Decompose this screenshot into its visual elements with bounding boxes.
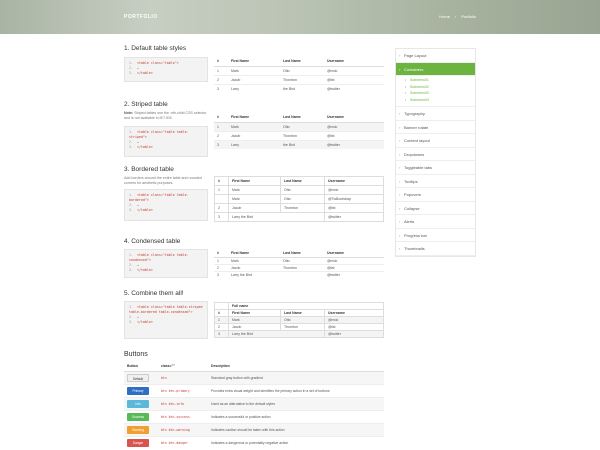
chevron-right-icon: › — [399, 178, 401, 184]
table-row: 1 Mark Otto @mdo — [214, 316, 384, 324]
sidebar-item-page-layout[interactable]: › Page Layout — [396, 49, 475, 63]
breadcrumb: Home / Portfolio — [435, 14, 476, 19]
chevron-right-icon: › — [399, 246, 401, 251]
table-row: 1 Mark Otto @mdo — [214, 256, 384, 264]
buttons-section-title: Buttons — [124, 351, 148, 358]
code-block-condensed: 1. <table class="table table-condensed"> … — [124, 249, 208, 278]
buttons-table: Button class="" Description Default btn St… — [124, 362, 384, 449]
table-row: Mark Otto @TwBootstrap — [214, 194, 384, 204]
chevron-right-icon: › — [399, 53, 401, 58]
table-combined: Full name # First Name Last Name Username 1… — [214, 302, 384, 338]
page-title: PORTFOLIO — [124, 14, 158, 20]
breadcrumb-home[interactable]: Home — [439, 14, 450, 19]
chevron-right-icon: › — [399, 232, 401, 238]
section-title-bordered: 3. Bordered table — [124, 166, 174, 173]
table-row: 3 Larry the Bird @twitter — [214, 212, 384, 222]
breadcrumb-separator: / — [455, 14, 457, 19]
chevron-right-icon: › — [399, 219, 401, 224]
chevron-right-icon: › — [399, 66, 401, 72]
table-bordered: # First Name Last Name Username 1 Mark Otto @m… — [214, 176, 384, 222]
sidebar-nav: ›Page Layout ›Containers Submenu01 Subme… — [395, 48, 476, 257]
note-bordered: Add borders around the entire table and … — [124, 176, 202, 185]
success-button[interactable]: Success — [127, 412, 149, 421]
table-row: 2 Jacob Thornton @fat — [214, 263, 384, 271]
sidebar-item-containers[interactable]: › Containers — [396, 62, 475, 76]
sidebar-item-toggleable-tabs[interactable]: › Toggleable tabs — [396, 161, 475, 175]
sidebar-submenu: Submenu01 Submenu02 Submenu03 Submenu04 — [396, 76, 475, 107]
info-button[interactable]: Info — [127, 399, 149, 408]
chevron-right-icon: › — [399, 124, 401, 130]
sidebar-item-alerts[interactable]: › Alerts — [396, 215, 475, 229]
chevron-right-icon: › — [399, 165, 401, 170]
sidebar-item-banner-rotate[interactable]: › Banner rotate — [396, 121, 475, 134]
primary-button[interactable]: Primary — [127, 386, 149, 395]
sidebar-subitem[interactable]: Submenu04 — [405, 97, 475, 104]
table-row: 1 Mark Otto @mdo — [214, 185, 384, 195]
breadcrumb-current: Portfolio — [461, 14, 476, 19]
section-title-default: 1. Default table styles — [124, 45, 187, 52]
table-condensed: # First Name Last Name Username 1 Mark Otto @m… — [214, 250, 384, 278]
sidebar-item-thumbnails[interactable]: › Thumbnails — [396, 242, 475, 256]
table-striped: # First Name Last Name Username 1 Mark Otto @m… — [214, 113, 384, 149]
code-block-striped: 1. <table class="table table-striped"> 2.… — [124, 126, 208, 157]
sidebar-item-content-layout[interactable]: › Content layout — [396, 134, 475, 148]
chevron-right-icon: › — [399, 205, 401, 211]
note-striped: Note: Striped tables use the :nth-child … — [124, 111, 207, 120]
table-row: 2 Jacob Thornton @fat — [214, 130, 384, 140]
sidebar-item-dropdowns[interactable]: › Dropdowns — [396, 148, 475, 161]
default-button[interactable]: Default — [127, 373, 149, 382]
table-row: Primary btn btn-primary Provides extra vis… — [124, 383, 384, 397]
table-row: 3 Larry the Bird @twitter — [214, 139, 384, 149]
danger-button[interactable]: Danger — [127, 438, 149, 447]
page-hero: PORTFOLIO Home / Portfolio — [0, 0, 600, 34]
sidebar-item-progress-bar[interactable]: › Progress bar — [396, 229, 475, 242]
section-title-combined: 5. Combine them all! — [124, 290, 184, 297]
table-row: Default btn Standard gray button with grad… — [124, 370, 384, 384]
table-row: 3 Larry the Bird @twitter — [214, 83, 384, 93]
table-row: Danger btn btn-danger Indicates a dangerou… — [124, 435, 384, 449]
table-row: Info btn btn-info Used as an alternative t… — [124, 396, 384, 410]
code-block-combined: 1. <table class="table table-striped tabl… — [124, 301, 208, 339]
section-title-condensed: 4. Condensed table — [124, 238, 181, 245]
code-block-bordered: 1. <table class="table table-bordered"> 2… — [124, 189, 208, 221]
sidebar-item-collapse[interactable]: › Collapse — [396, 202, 475, 215]
section-title-striped: 2. Striped table — [124, 101, 168, 108]
table-row: 1 Mark Otto @mdo — [214, 65, 384, 75]
chevron-right-icon: › — [399, 151, 401, 157]
sidebar-item-popovers[interactable]: › Popovers — [396, 188, 475, 202]
table-default: # First Name Last Name Username 1 Mark Otto @m… — [214, 57, 384, 93]
table-row: Success btn btn-success Indicates a succes… — [124, 409, 384, 423]
sidebar-item-typography[interactable]: › Typography — [396, 107, 475, 121]
chevron-right-icon: › — [399, 111, 401, 116]
chevron-right-icon: › — [399, 192, 401, 197]
table-row: 2 Jacob Thornton @fat — [214, 203, 384, 213]
table-row: 2 Jacob Thornton @fat — [214, 74, 384, 84]
code-block-default: 1. <table class="table"> 2.… 3. </table> — [124, 57, 208, 82]
chevron-right-icon: › — [399, 138, 401, 143]
table-row: 1 Mark Otto @mdo — [214, 121, 384, 131]
table-row: Warning btn btn-warning Indicates caution … — [124, 422, 384, 436]
table-row: 3 Larry the Bird @twitter — [214, 330, 384, 338]
table-row: 2 Jacob Thornton @fat — [214, 323, 384, 331]
warning-button[interactable]: Warning — [127, 425, 149, 434]
sidebar-item-tooltips[interactable]: › Tooltips — [396, 175, 475, 188]
table-row: 3 Larry the Bird @twitter — [214, 270, 384, 278]
